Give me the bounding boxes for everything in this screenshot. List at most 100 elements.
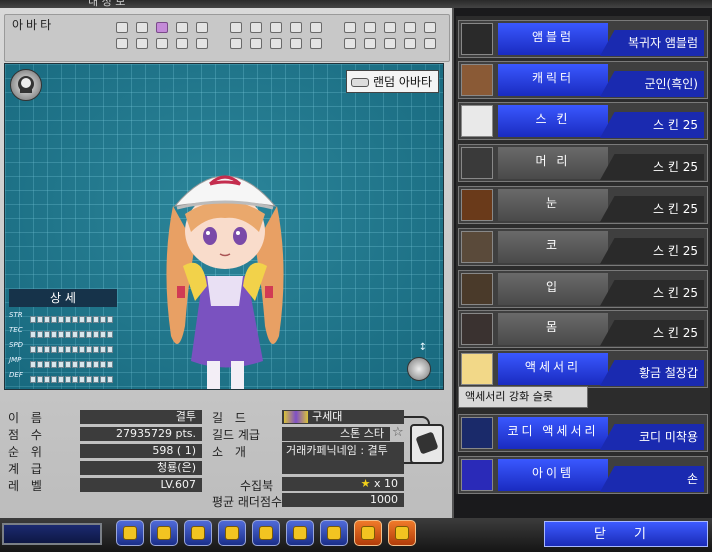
chat-button[interactable]: [150, 520, 178, 546]
bell-button[interactable]: [320, 520, 348, 546]
collection-label: 수집북: [240, 479, 274, 493]
intro-label: 소 개: [212, 445, 250, 459]
sidebar-item-value: 손: [600, 466, 704, 492]
hair-icon: [461, 147, 493, 179]
stats-title: 상 세: [9, 289, 117, 307]
guild-button[interactable]: [410, 424, 444, 464]
avatar-slot[interactable]: [344, 22, 356, 33]
star-icon: [259, 526, 273, 540]
guild-name-box[interactable]: 구세대: [282, 410, 404, 424]
sidebar-item-character[interactable]: 캐릭터 군인(흑인): [458, 61, 708, 99]
box-icon: [191, 526, 205, 540]
sidebar-item-label: 캐릭터: [498, 64, 608, 96]
sidebar-item-mouth[interactable]: 입스 킨 25: [458, 270, 708, 308]
avatar-slot[interactable]: [290, 22, 302, 33]
stat-label: DEF: [9, 371, 23, 379]
avatar-slot[interactable]: [250, 22, 262, 33]
avatar-slot[interactable]: [230, 38, 242, 49]
shop-button[interactable]: [116, 520, 144, 546]
score-label: 점 수: [8, 428, 46, 442]
sidebar-item-codi-accessory[interactable]: 코디 액세서리 코디 미착용: [458, 414, 708, 452]
avatar-slot[interactable]: [270, 22, 282, 33]
card-button[interactable]: [388, 520, 416, 546]
avatar-slot[interactable]: [176, 38, 188, 49]
avatar-slot[interactable]: [364, 38, 376, 49]
avatar-slot[interactable]: [136, 22, 148, 33]
avatar-slot[interactable]: [310, 22, 322, 33]
name-value: 결투: [80, 410, 202, 424]
sidebar-item-accessory[interactable]: 액세서리 황금 철장갑: [458, 350, 708, 388]
sidebar-item-body[interactable]: 몸스 킨 25: [458, 310, 708, 348]
move-icon[interactable]: ↕: [419, 342, 427, 353]
avatar-slot[interactable]: [116, 22, 128, 33]
codi-accessory-icon: [461, 417, 493, 449]
box-button[interactable]: [184, 520, 212, 546]
chat-input[interactable]: [2, 523, 102, 545]
grade-label: 계 급: [8, 462, 46, 476]
avatar-slot[interactable]: [290, 38, 302, 49]
accessory-icon: [461, 353, 493, 385]
stat-row-spd: SPD: [9, 341, 119, 353]
sidebar-item-nose[interactable]: 코스 킨 25: [458, 228, 708, 266]
avatar-selector: [4, 14, 450, 62]
bell-icon: [327, 526, 341, 540]
item-icon: [461, 459, 493, 491]
sidebar-item-item[interactable]: 아이템 손: [458, 456, 708, 494]
sidebar-item-value: 스 킨 25: [600, 196, 704, 222]
ranking-button[interactable]: [354, 520, 382, 546]
stat-label: TEC: [9, 326, 23, 334]
sidebar-item-skin[interactable]: 스 킨스 킨 25: [458, 102, 708, 140]
sidebar-item-emblem[interactable]: 앰블럼 복귀자 앰블럼: [458, 20, 708, 58]
bag-button[interactable]: [286, 520, 314, 546]
avatar-slot[interactable]: [310, 38, 322, 49]
stat-label: STR: [9, 311, 23, 319]
avatar-slot[interactable]: [404, 22, 416, 33]
name-label: 이 름: [8, 411, 46, 425]
avatar-slot[interactable]: [364, 22, 376, 33]
guild-label: 길 드: [212, 411, 250, 425]
stat-bar: [30, 357, 114, 371]
star-icon: ☆: [392, 425, 404, 440]
toggle-icon: [350, 78, 369, 87]
avatar-slot[interactable]: [384, 22, 396, 33]
avatar-slot[interactable]: [136, 38, 148, 49]
stat-label: SPD: [9, 341, 24, 349]
accessory-slot-label[interactable]: 액세서리 강화 슬롯: [458, 386, 588, 408]
shield-button[interactable]: [218, 520, 246, 546]
avatar-slot[interactable]: [384, 38, 396, 49]
avatar-slot[interactable]: [404, 38, 416, 49]
avatar-slot[interactable]: [116, 38, 128, 49]
close-button[interactable]: 닫 기: [544, 521, 708, 547]
zoom-icon[interactable]: [407, 357, 431, 381]
avatar-slot[interactable]: [270, 38, 282, 49]
sidebar-item-hair[interactable]: 머 리스 킨 25: [458, 144, 708, 182]
avatar-slot[interactable]: [344, 38, 356, 49]
sidebar-item-value: 황금 철장갑: [600, 360, 704, 386]
card-icon: [395, 526, 409, 540]
body-icon: [461, 313, 493, 345]
stat-row-jmp: JMP: [9, 356, 119, 368]
avatar-slot[interactable]: [424, 38, 436, 49]
avatar-slot[interactable]: [230, 22, 242, 33]
avatar-slot[interactable]: [196, 22, 208, 33]
sidebar-item-value: 복귀자 앰블럼: [600, 30, 704, 56]
avatar-slot[interactable]: [424, 22, 436, 33]
avatar-preview: 랜덤 아바타 상 세 STR TEC SPD JMP DEF ↕: [4, 63, 444, 390]
sidebar-item-value: 스 킨 25: [600, 320, 704, 346]
ranking-icon: [361, 526, 375, 540]
sidebar-item-label: 몸: [498, 313, 608, 345]
star-button[interactable]: [252, 520, 280, 546]
character-avatar: [166, 175, 284, 389]
collection-star-icon: ★: [360, 477, 374, 490]
avatar-slot[interactable]: [250, 38, 262, 49]
random-avatar-toggle[interactable]: 랜덤 아바타: [345, 70, 439, 93]
avatar-slot[interactable]: [156, 38, 168, 49]
stat-bar: [30, 312, 114, 326]
sidebar-item-eyes[interactable]: 눈스 킨 25: [458, 186, 708, 224]
stat-row-str: STR: [9, 311, 119, 323]
avatar-slot[interactable]: [176, 22, 188, 33]
avatar-slot[interactable]: [196, 38, 208, 49]
avatar-slot[interactable]: [156, 22, 168, 33]
guild-icon: [415, 431, 439, 455]
eyes-icon: [461, 189, 493, 221]
